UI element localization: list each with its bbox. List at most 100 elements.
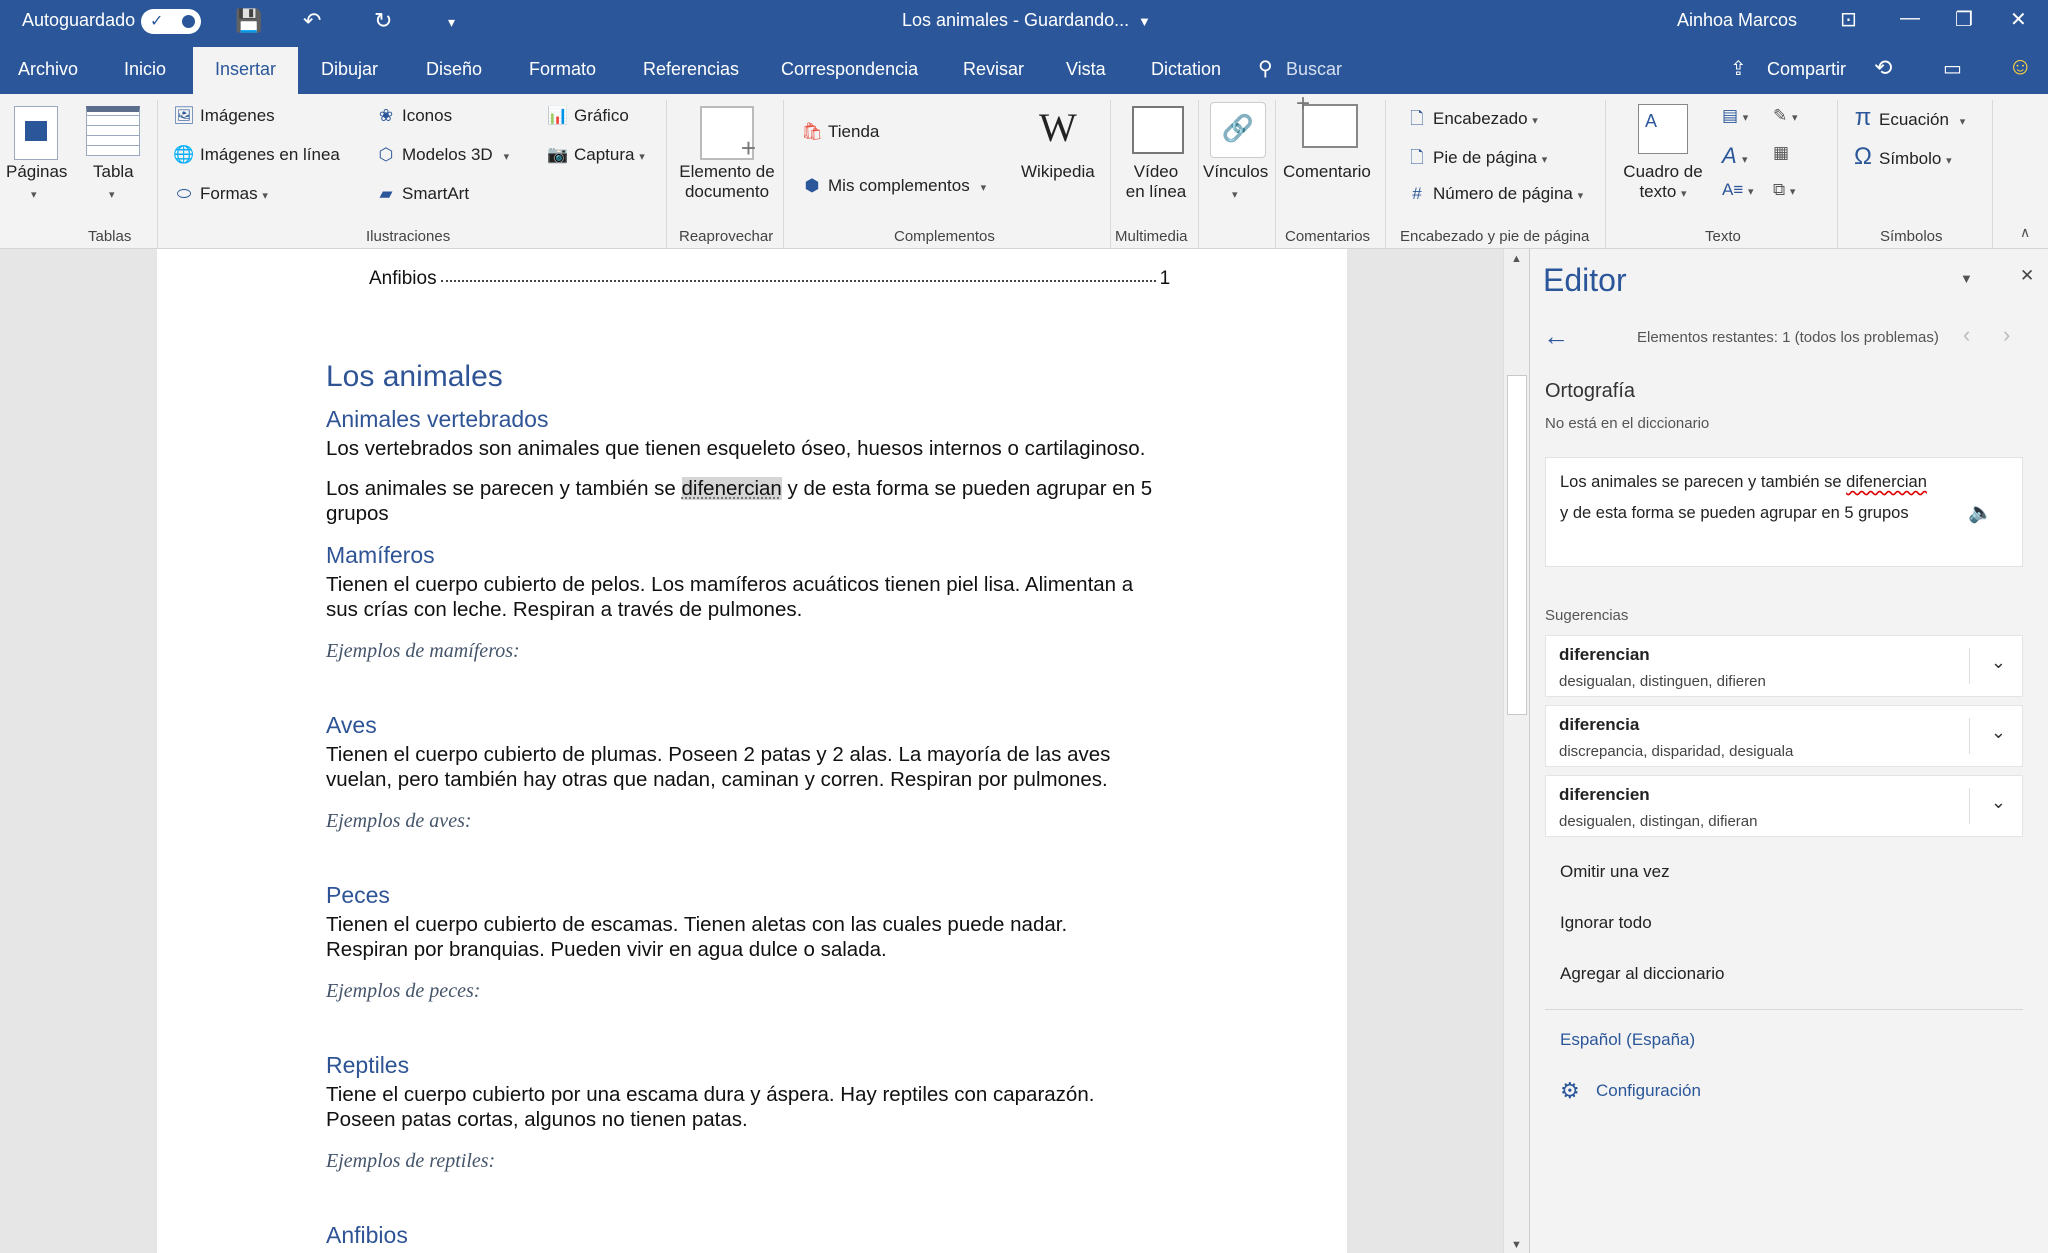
store-button[interactable]: 🛍 Tienda (800, 122, 879, 142)
chart-button[interactable]: 📊 Gráfico (546, 106, 629, 126)
date-time-icon[interactable]: ▦ (1773, 143, 1789, 163)
settings-link[interactable]: Configuración (1596, 1081, 1701, 1101)
scroll-up-icon[interactable]: ▲ (1511, 253, 1522, 265)
tab-diseno[interactable]: Diseño (426, 59, 482, 80)
tab-insertar[interactable]: Insertar (193, 47, 299, 94)
autosave-toggle[interactable]: ✓ (141, 9, 201, 34)
redo-icon[interactable]: ↻ (374, 8, 392, 34)
smartart-button[interactable]: ▰ SmartArt (374, 184, 469, 204)
vertical-scrollbar[interactable]: ▲ ▼ (1503, 249, 1529, 1253)
chevron-down-icon[interactable]: ▾ (31, 188, 37, 201)
toc-page-number: 1 (1159, 268, 1171, 289)
user-name[interactable]: Ainhoa Marcos (1677, 10, 1797, 31)
gear-icon[interactable]: ⚙ (1560, 1078, 1580, 1104)
examples-mamiferos: Ejemplos de mamíferos: (326, 640, 520, 662)
previous-icon[interactable]: ‹ (1963, 322, 1970, 348)
wikipedia-button[interactable]: Wikipedia (1021, 162, 1095, 182)
tab-inicio[interactable]: Inicio (124, 59, 166, 80)
document-item-button[interactable]: Elemento de documento (674, 162, 780, 202)
tab-vista[interactable]: Vista (1066, 59, 1106, 80)
pages-icon (14, 106, 58, 160)
footer-button[interactable]: 🗋 Pie de página ▾ (1405, 145, 1547, 174)
history-icon[interactable]: ⟲ (1874, 55, 1892, 81)
chevron-down-icon[interactable]: ▾ (1232, 188, 1238, 201)
store-icon: 🛍 (801, 122, 823, 141)
share-icon[interactable]: ⇪ (1730, 56, 1747, 81)
close-pane-icon[interactable]: ✕ (2020, 266, 2034, 286)
quick-parts-icon[interactable]: ▤ ▾ (1722, 106, 1748, 126)
page-number-button[interactable]: # Número de página ▾ (1405, 184, 1583, 204)
pane-options-icon[interactable]: ▼ (1960, 271, 1973, 286)
save-icon[interactable]: 💾 (235, 8, 262, 34)
language-link[interactable]: Español (España) (1560, 1030, 1695, 1050)
suggestion-item[interactable]: diferencia discrepancia, disparidad, des… (1545, 705, 2023, 767)
chart-label: Gráfico (574, 106, 629, 125)
3d-models-button[interactable]: ⬡ Modelos 3D ▾ (374, 145, 510, 165)
my-addins-button[interactable]: ⬢ Mis complementos ▾ (800, 176, 987, 196)
equation-button[interactable]: π Ecuación ▾ (1851, 104, 1966, 132)
table-button[interactable]: Tabla (93, 162, 134, 182)
undo-icon[interactable]: ↶ (303, 8, 321, 34)
misspelled-word[interactable]: difenercian (681, 477, 782, 500)
heading-vertebrados: Animales vertebrados (326, 406, 549, 432)
links-button[interactable]: Vínculos (1203, 162, 1268, 182)
tab-formato[interactable]: Formato (529, 59, 596, 80)
ribbon-display-icon[interactable]: ⊡ (1840, 7, 1857, 32)
scroll-down-icon[interactable]: ▼ (1511, 1239, 1522, 1251)
tab-correspondencia[interactable]: Correspondencia (781, 59, 918, 80)
drop-cap-icon[interactable]: A≡ ▾ (1722, 180, 1754, 200)
shapes-button[interactable]: ⬭ Formas ▾ (172, 184, 268, 204)
remaining-count: Elementos restantes: 1 (todos los proble… (1637, 329, 1939, 346)
symbol-button[interactable]: Ω Símbolo ▾ (1851, 143, 1952, 171)
chevron-down-icon[interactable]: ▾ (109, 188, 115, 201)
smartart-icon: ▰ (379, 184, 393, 203)
scrollbar-thumb[interactable] (1507, 375, 1527, 715)
online-images-button[interactable]: 🌐 Imágenes en línea (172, 145, 339, 165)
chevron-down-icon[interactable]: ▼ (1138, 14, 1151, 29)
back-arrow-icon[interactable]: ← (1543, 321, 1569, 352)
tab-revisar[interactable]: Revisar (963, 59, 1024, 80)
online-video-button[interactable]: Vídeo en línea (1121, 162, 1191, 202)
screenshot-button[interactable]: 📷 Captura ▾ (546, 145, 644, 165)
3d-models-label: Modelos 3D (402, 145, 493, 164)
object-icon[interactable]: ⧉ ▾ (1773, 180, 1795, 200)
tab-dictation[interactable]: Dictation (1151, 59, 1221, 80)
tab-referencias[interactable]: Referencias (643, 59, 739, 80)
symbol-label: Símbolo (1879, 149, 1942, 168)
next-icon[interactable]: › (2003, 322, 2010, 348)
customize-toolbar-icon[interactable]: ▾ (448, 14, 455, 31)
chevron-down-icon[interactable]: ⌄ (1991, 652, 2006, 673)
chevron-down-icon[interactable]: ⌄ (1991, 722, 2006, 743)
minimize-icon[interactable]: — (1900, 7, 1920, 30)
tab-dibujar[interactable]: Dibujar (321, 59, 378, 80)
ignore-all-button[interactable]: Ignorar todo (1560, 913, 1652, 933)
speaker-icon[interactable]: 🔈 (1968, 500, 1993, 525)
close-icon[interactable]: ✕ (2010, 7, 2027, 32)
document-page[interactable]: Anfibios 1 Los animales Animales vertebra… (157, 249, 1347, 1253)
icons-button[interactable]: ❀ Iconos (374, 106, 452, 126)
images-button[interactable]: 🖼 Imágenes (172, 106, 274, 126)
comments-icon[interactable]: ▭ (1943, 56, 1962, 81)
suggestion-item[interactable]: diferencien desigualen, distingan, difie… (1545, 775, 2023, 837)
comment-button[interactable]: Comentario (1283, 162, 1371, 182)
toc-entry[interactable]: Anfibios 1 (369, 268, 1177, 290)
tab-archivo[interactable]: Archivo (18, 59, 78, 80)
signature-line-icon[interactable]: ✎ ▾ (1773, 106, 1798, 126)
paragraph-mamiferos-line1: Tienen el cuerpo cubierto de pelos. Los … (326, 573, 1134, 596)
search-icon[interactable]: ⚲ (1258, 56, 1273, 81)
search-input[interactable]: Buscar (1286, 59, 1342, 80)
collapse-ribbon-icon[interactable]: ∧ (2020, 224, 2030, 241)
chevron-down-icon[interactable]: ⌄ (1991, 792, 2006, 813)
share-button[interactable]: Compartir (1767, 59, 1846, 80)
smiley-icon[interactable]: ☺ (2008, 53, 2033, 81)
shapes-icon: ⬭ (176, 184, 192, 203)
text-box-button[interactable]: Cuadro de texto ▾ (1620, 162, 1706, 202)
header-button[interactable]: 🗋 Encabezado ▾ (1405, 106, 1538, 135)
pages-button[interactable]: Páginas (6, 162, 67, 182)
add-to-dictionary-button[interactable]: Agregar al diccionario (1560, 964, 1724, 984)
suggestion-item[interactable]: diferencian desigualan, distinguen, difi… (1545, 635, 2023, 697)
wordart-icon[interactable]: A ▾ (1722, 143, 1748, 169)
divider (1969, 788, 1970, 824)
omit-once-button[interactable]: Omitir una vez (1560, 862, 1670, 882)
restore-icon[interactable]: ❐ (1955, 7, 1973, 32)
